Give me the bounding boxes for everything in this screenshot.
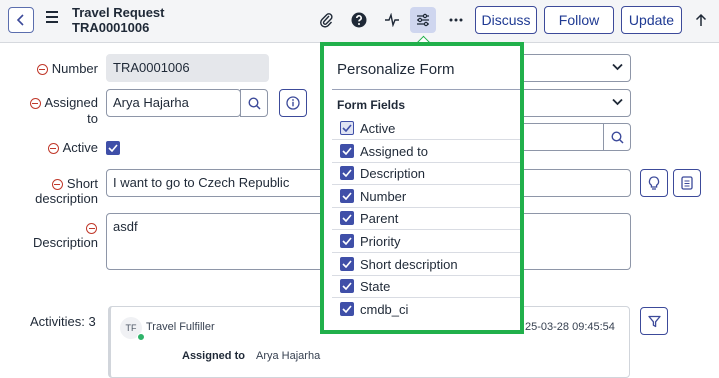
discuss-button[interactable]: Discuss (475, 6, 537, 34)
info-icon[interactable] (279, 89, 307, 117)
personalize-form-popup: Personalize Form Form Fields Active Assi… (320, 42, 524, 334)
lightbulb-icon[interactable] (640, 169, 668, 197)
required-icon (36, 64, 48, 76)
field-option-short-description[interactable]: Short description (332, 253, 520, 276)
activity-field-name: Assigned to (182, 350, 245, 362)
checkbox[interactable] (340, 144, 354, 158)
menu-icon[interactable] (46, 11, 58, 23)
field-option-label: Active (360, 120, 396, 136)
checkbox[interactable] (340, 279, 354, 293)
update-button[interactable]: Update (621, 6, 682, 34)
chevron-down-icon (612, 63, 623, 71)
short-description-label: Short (28, 176, 98, 191)
field-option-label: Priority (360, 233, 401, 249)
required-icon (47, 143, 59, 155)
more-icon[interactable] (443, 7, 469, 33)
assigned-to-field[interactable]: Arya Hajarha (106, 89, 241, 117)
paperclip-icon[interactable] (313, 7, 339, 33)
description-label: Description (32, 235, 98, 250)
field-option-label: State (360, 278, 391, 294)
checkbox[interactable] (340, 234, 354, 248)
chevron-down-icon (612, 98, 623, 106)
help-icon[interactable] (346, 7, 372, 33)
field-option-assigned-to[interactable]: Assigned to (332, 140, 520, 163)
field-option-active[interactable]: Active (332, 117, 520, 140)
required-icon (51, 179, 63, 191)
back-button[interactable] (8, 7, 34, 33)
field-option-label: Description (360, 165, 426, 181)
checkbox[interactable] (340, 257, 354, 271)
search-icon[interactable] (240, 89, 268, 117)
activities-label: Activities: 3 (30, 314, 96, 329)
active-checkbox[interactable] (106, 141, 120, 155)
divider (332, 89, 520, 90)
checkbox[interactable] (340, 211, 354, 225)
active-label: Active (30, 140, 98, 155)
field-option-label: Assigned to (360, 143, 428, 159)
short-description-label-line2: description (35, 191, 98, 206)
field-option-priority[interactable]: Priority (332, 230, 520, 253)
popup-subtitle: Form Fields (337, 98, 406, 112)
checkbox[interactable] (340, 121, 354, 135)
checkbox[interactable] (340, 302, 354, 316)
filter-icon[interactable] (640, 307, 668, 335)
field-option-cmdb-ci[interactable]: cmdb_ci (332, 298, 520, 320)
checkbox[interactable] (340, 166, 354, 180)
field-option-state[interactable]: State (332, 275, 520, 298)
number-label: Number (30, 61, 98, 76)
status-dot (137, 333, 145, 341)
activity-field-value: Arya Hajarha (256, 350, 321, 362)
form-title: Travel Request (72, 5, 165, 20)
assigned-to-label-line2: to (87, 111, 98, 126)
assigned-to-label: Assigned (28, 95, 98, 110)
popup-title: Personalize Form (337, 61, 455, 78)
follow-button[interactable]: Follow (544, 6, 614, 34)
activity-icon[interactable] (379, 7, 405, 33)
parent-field[interactable] (520, 123, 604, 151)
template-icon[interactable] (673, 169, 701, 197)
record-number: TRA0001006 (72, 20, 150, 35)
field-option-parent[interactable]: Parent (332, 207, 520, 230)
field-option-label: Number (360, 188, 407, 204)
checkbox[interactable] (340, 189, 354, 203)
activity-timestamp: 25-03-28 09:45:54 (525, 321, 615, 333)
description-required (28, 220, 98, 235)
field-option-label: cmdb_ci (360, 301, 409, 317)
chevron-left-icon (16, 14, 24, 26)
arrow-up-icon[interactable] (688, 7, 714, 33)
activity-author: Travel Fulfiller (146, 321, 215, 333)
required-icon (86, 223, 97, 235)
required-icon (29, 98, 41, 110)
field-option-label: Short description (360, 256, 458, 272)
field-option-label: Parent (360, 210, 399, 226)
field-option-number[interactable]: Number (332, 185, 520, 208)
field-option-description[interactable]: Description (332, 162, 520, 185)
number-field[interactable]: TRA0001006 (106, 54, 269, 82)
personalize-icon[interactable] (410, 7, 436, 33)
search-icon[interactable] (603, 123, 631, 151)
